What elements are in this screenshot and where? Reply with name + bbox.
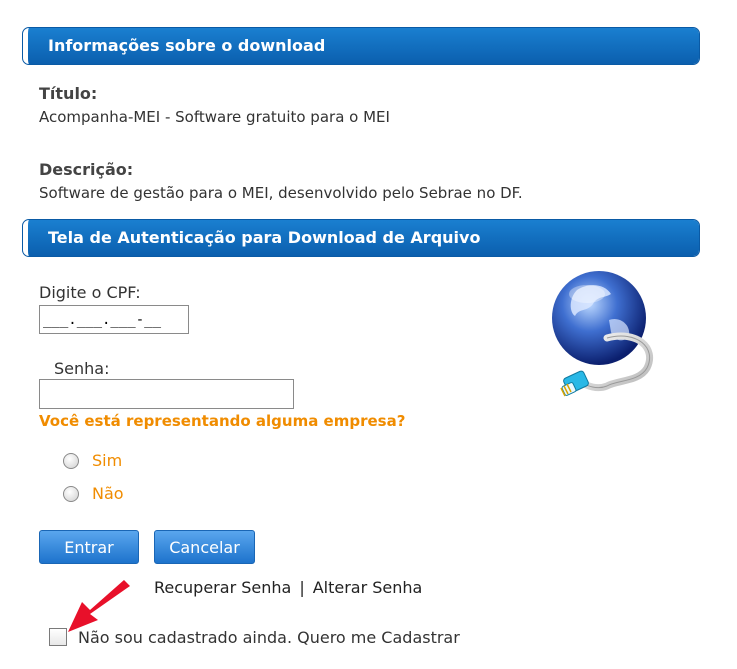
radio-sim[interactable] bbox=[63, 452, 79, 469]
account-links: Recuperar Senha | Alterar Senha bbox=[154, 578, 422, 597]
radio-nao[interactable] bbox=[63, 485, 79, 502]
enter-button[interactable]: Entrar bbox=[39, 530, 139, 564]
password-label: Senha: bbox=[54, 359, 110, 378]
title-value: Acompanha-MEI - Software gratuito para o… bbox=[39, 108, 390, 126]
cancel-button[interactable]: Cancelar bbox=[154, 530, 255, 564]
recover-password-link[interactable]: Recuperar Senha bbox=[154, 578, 291, 597]
link-separator: | bbox=[299, 578, 305, 597]
option-sim[interactable]: Sim bbox=[63, 451, 122, 470]
company-question: Você está representando alguma empresa? bbox=[39, 412, 406, 430]
auth-header: Tela de Autenticação para Download de Ar… bbox=[22, 219, 700, 257]
description-label: Descrição: bbox=[39, 160, 134, 179]
cpf-label: Digite o CPF: bbox=[39, 283, 141, 302]
register-checkbox-label[interactable]: Não sou cadastrado ainda. Quero me Cadas… bbox=[78, 628, 460, 647]
password-input[interactable] bbox=[39, 379, 294, 409]
download-info-header-title: Informações sobre o download bbox=[48, 36, 326, 55]
description-value: Software de gestão para o MEI, desenvolv… bbox=[39, 184, 523, 202]
option-nao[interactable]: Não bbox=[63, 484, 124, 503]
globe-network-icon bbox=[547, 268, 667, 408]
title-label: Título: bbox=[39, 84, 98, 103]
option-sim-label[interactable]: Sim bbox=[92, 451, 122, 470]
option-nao-label[interactable]: Não bbox=[92, 484, 124, 503]
download-info-header: Informações sobre o download bbox=[22, 27, 700, 65]
register-checkbox[interactable] bbox=[49, 628, 67, 646]
cpf-input[interactable]: ___.___.___-__ bbox=[39, 305, 189, 334]
change-password-link[interactable]: Alterar Senha bbox=[313, 578, 423, 597]
auth-header-title: Tela de Autenticação para Download de Ar… bbox=[48, 228, 481, 247]
